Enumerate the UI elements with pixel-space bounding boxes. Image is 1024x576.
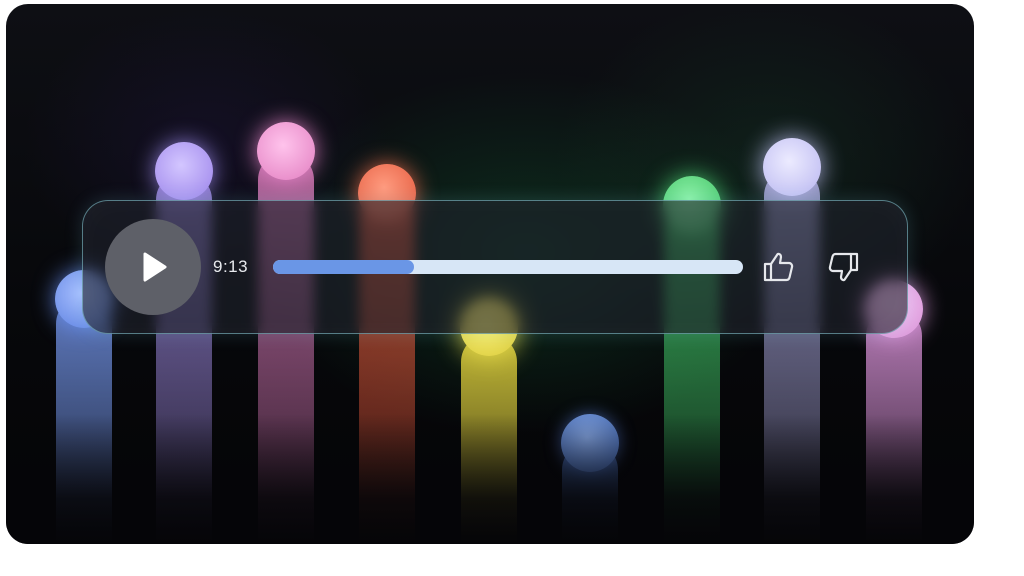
- visualizer-orb: [257, 122, 315, 180]
- thumbs-up-icon: [763, 252, 794, 282]
- like-button[interactable]: [761, 249, 797, 285]
- visualizer-orb: [155, 142, 213, 200]
- play-button[interactable]: [105, 219, 201, 315]
- progress-fill: [273, 260, 414, 274]
- play-icon: [143, 252, 167, 282]
- visualizer-orb: [763, 138, 821, 196]
- elapsed-time: 9:13: [213, 257, 249, 276]
- player-bar: 9:13: [82, 200, 908, 334]
- progress-track[interactable]: [273, 260, 743, 274]
- visualizer-bar: [461, 334, 517, 544]
- audio-player-card: 9:13: [6, 4, 974, 544]
- visualizer-bar: [866, 308, 922, 544]
- dislike-button[interactable]: [825, 249, 861, 285]
- thumbs-down-icon: [828, 252, 859, 282]
- visualizer-orb: [561, 414, 619, 472]
